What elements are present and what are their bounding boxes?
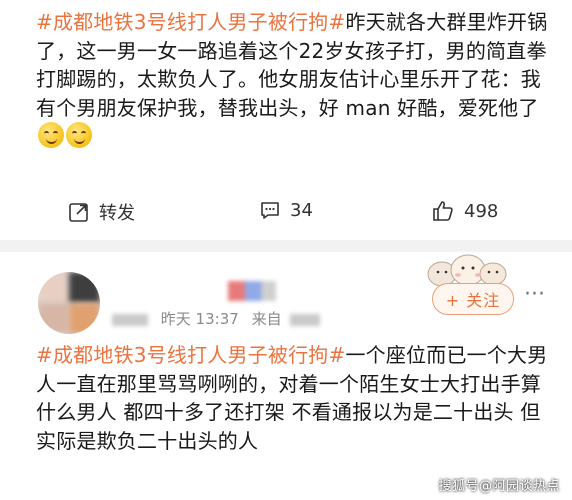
repost-button[interactable]: 转发 (68, 199, 135, 225)
more-options-button[interactable]: ··· (524, 282, 545, 307)
username-redacted[interactable] (228, 281, 276, 301)
comment-button[interactable]: 34 (259, 199, 313, 221)
hashtag-link[interactable]: #成都地铁3号线打人男子被行拘# (36, 343, 345, 367)
comment-count: 34 (290, 199, 313, 221)
share-icon (68, 201, 90, 223)
post-body: #成都地铁3号线打人男子被行拘#昨天就各大群里炸开锅了，这一男一女一路追着这个2… (36, 8, 556, 151)
meta-time: 昨天 13:37 (160, 310, 239, 328)
laughing-emoji-icon (38, 122, 64, 148)
comment-icon (259, 199, 281, 221)
action-bar: 转发 34 498 (0, 196, 572, 230)
comment-body: #成都地铁3号线打人男子被行拘#一个座位而已一个大男人一直在那里骂骂咧咧的，对着… (36, 341, 556, 455)
laughing-emoji-icon (66, 122, 92, 148)
thumbs-up-icon (431, 199, 455, 223)
hashtag-link[interactable]: #成都地铁3号线打人男子被行拘# (36, 10, 345, 34)
repost-label: 转发 (99, 203, 135, 224)
comment-meta: 昨天 13:37 来自 (112, 308, 328, 329)
avatar[interactable] (38, 272, 100, 334)
follow-button[interactable]: + 关注 (432, 283, 514, 315)
like-count: 498 (464, 200, 499, 222)
meta-source: 来自 (251, 310, 282, 328)
source-redacted (290, 313, 321, 326)
cartoon-animals-icon (427, 254, 507, 287)
like-button[interactable]: 498 (431, 199, 498, 223)
watermark: 搜狐号@阿园谈热点 (438, 479, 560, 494)
meta-redacted (112, 313, 148, 326)
